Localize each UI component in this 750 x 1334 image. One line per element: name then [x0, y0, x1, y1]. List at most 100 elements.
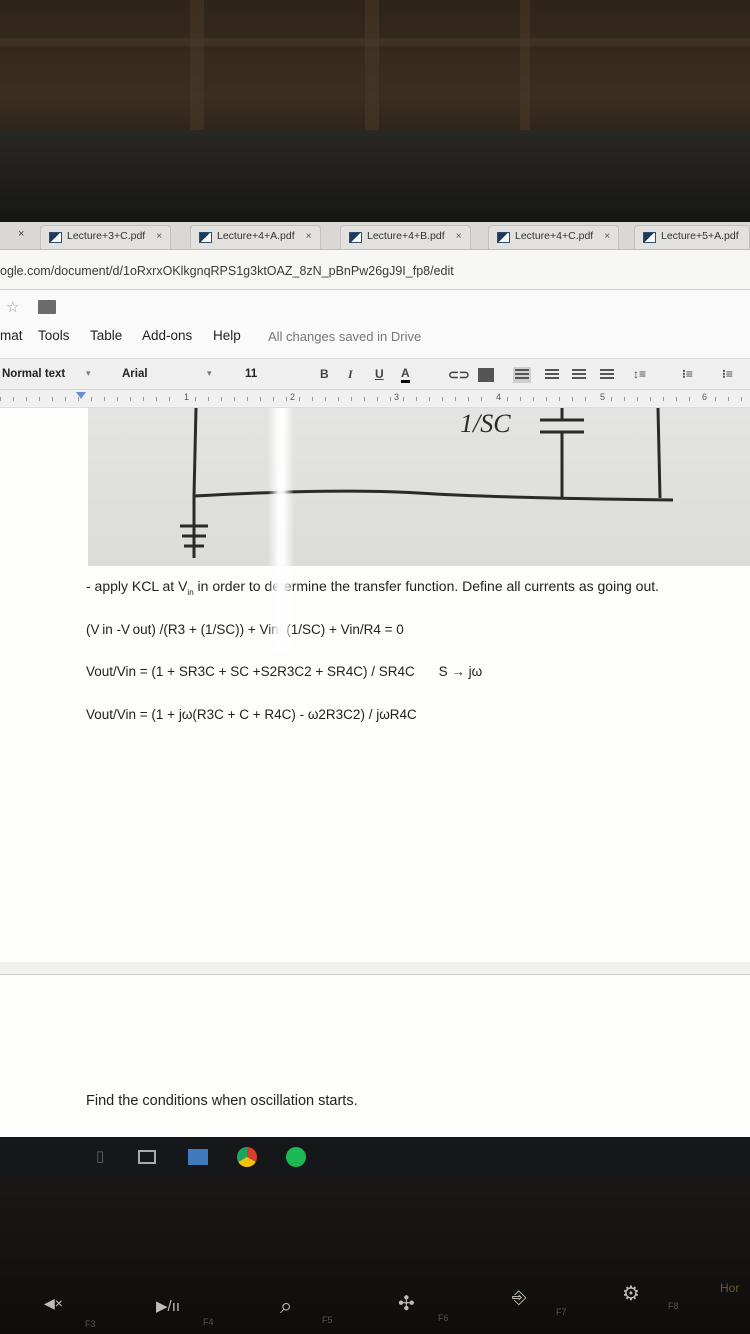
pdf-icon	[643, 232, 656, 243]
chevron-down-icon[interactable]: ▾	[207, 368, 212, 379]
numbered-list-icon[interactable]: ⁝≡	[682, 367, 693, 381]
fkey-label: F3	[85, 1319, 96, 1329]
tab-label: Lecture+4+B.pdf	[367, 230, 445, 242]
shelf-board	[0, 38, 750, 46]
menu-tools[interactable]: Tools	[38, 328, 70, 343]
screen-glare	[268, 408, 294, 653]
fkey-label: F5	[322, 1315, 333, 1325]
document-page-2[interactable]: Find the conditions when oscillation sta…	[0, 974, 750, 1137]
keyboard-function-row: ◀× F3 ▶/ıı F4 ⌕ F5 ✣ F6 ⎆ F7 ⚙ F8 Hor	[0, 1177, 750, 1334]
indent-marker[interactable]	[76, 392, 86, 399]
menu-format[interactable]: mat	[0, 328, 23, 343]
kcl-instruction[interactable]: - apply KCL at Vin in order to determine…	[86, 578, 659, 597]
equation-transfer-s[interactable]: Vout/Vin = (1 + SR3C + SC +S2R3C2 + SR4C…	[86, 664, 482, 679]
comment-icon[interactable]	[478, 368, 494, 382]
oscillation-question[interactable]: Find the conditions when oscillation sta…	[86, 1093, 358, 1109]
chevron-down-icon[interactable]: ▾	[86, 368, 91, 379]
align-center-icon[interactable]	[545, 369, 559, 381]
fkey-label: F8	[668, 1301, 679, 1311]
ruler-number: 4	[494, 392, 504, 402]
tab-label: Lecture+3+C.pdf	[67, 230, 146, 242]
circuit-sketch-image[interactable]: 1/SC	[88, 407, 750, 566]
ruler-number: 6	[700, 392, 710, 402]
ruler-number: 1	[182, 392, 192, 402]
star-icon[interactable]: ☆	[6, 298, 19, 316]
monitor-bezel	[0, 130, 750, 230]
align-right-icon[interactable]	[572, 369, 586, 381]
close-icon[interactable]: ×	[18, 228, 24, 240]
capacitor-label: 1/SC	[460, 409, 511, 438]
mute-icon: ◀×	[44, 1295, 63, 1311]
font-size-select[interactable]: 11	[245, 368, 257, 380]
font-select[interactable]: Arial	[122, 368, 148, 380]
shelf-post	[520, 0, 530, 140]
pdf-icon	[497, 232, 510, 243]
tab-lecture-4a[interactable]: Lecture+4+A.pdf ×	[190, 225, 321, 249]
menu-table[interactable]: Table	[90, 328, 122, 343]
tab-lecture-4c[interactable]: Lecture+4+C.pdf ×	[488, 225, 620, 249]
document-canvas: 1/SC - apply KCL at Vin in order to dete…	[0, 407, 750, 1137]
equation-kcl[interactable]: (V in -V out) /(R3 + (1/SC)) + Vin/ (1/S…	[86, 622, 404, 637]
align-left-icon[interactable]	[513, 367, 531, 383]
kcl-prefix: - apply KCL at V	[86, 578, 188, 594]
search-icon: ⌕	[280, 1293, 293, 1318]
ruler-number: 5	[598, 392, 608, 402]
style-select[interactable]: Normal text	[2, 368, 65, 380]
fkey-label: F4	[203, 1317, 214, 1327]
chrome-icon[interactable]	[237, 1147, 257, 1167]
tab-label: Lecture+4+C.pdf	[515, 230, 594, 242]
equation-transfer-jw[interactable]: Vout/Vin = (1 + jω(R3C + C + R4C) - ω2R3…	[86, 707, 417, 722]
ruler-ticks	[0, 397, 750, 401]
windows-taskbar: ▯	[0, 1137, 750, 1177]
task-view-icon[interactable]	[138, 1150, 156, 1164]
document-page[interactable]: 1/SC - apply KCL at Vin in order to dete…	[0, 407, 750, 962]
substitution-note: S → jω	[438, 664, 483, 679]
text-color-button[interactable]: A	[401, 367, 410, 383]
gear-icon: ⚙	[622, 1283, 640, 1305]
bulleted-list-icon[interactable]: ⁝≡	[722, 367, 733, 381]
shelf-post	[365, 0, 379, 140]
formatting-toolbar: Normal text ▾ Arial ▾ 11 B I U A ⊂⊃ ↕≡ ⁝…	[0, 358, 750, 390]
bold-button[interactable]: B	[320, 367, 329, 381]
tab-label: Lecture+5+A.pdf	[661, 230, 739, 242]
screen: × Lecture+3+C.pdf × Lecture+4+A.pdf × Le…	[0, 222, 750, 1137]
fkey-label: F7	[556, 1307, 567, 1317]
close-icon[interactable]: ×	[456, 230, 462, 242]
folder-icon[interactable]	[38, 300, 56, 314]
menu-help[interactable]: Help	[213, 328, 241, 343]
spotify-icon[interactable]	[286, 1147, 306, 1167]
docs-header: ☆ mat Tools Table Add-ons Help All chang…	[0, 290, 750, 358]
kcl-suffix: in order to determine the transfer funct…	[193, 578, 660, 594]
line-spacing-icon[interactable]: ↕≡	[633, 367, 646, 381]
equation-transfer-s-text: Vout/Vin = (1 + SR3C + SC +S2R3C2 + SR4C…	[86, 664, 415, 679]
save-status[interactable]: All changes saved in Drive	[268, 329, 421, 344]
microphone-icon[interactable]: ▯	[96, 1147, 116, 1167]
tab-lecture-5a[interactable]: Lecture+5+A.pdf	[634, 225, 750, 249]
underline-button[interactable]: U	[375, 367, 384, 381]
file-explorer-icon[interactable]	[188, 1149, 208, 1165]
play-pause-icon: ▶/ıı	[156, 1298, 181, 1315]
pdf-icon	[49, 232, 62, 243]
italic-button[interactable]: I	[348, 367, 353, 382]
address-bar[interactable]: ogle.com/document/d/1oRxrxOKlkgnqRPS1g3k…	[0, 250, 750, 290]
circuit-drawing: 1/SC	[180, 407, 674, 558]
tab-lecture-3c[interactable]: Lecture+3+C.pdf ×	[40, 225, 172, 249]
browser-tab-strip: × Lecture+3+C.pdf × Lecture+4+A.pdf × Le…	[0, 222, 750, 250]
tab-lecture-4b[interactable]: Lecture+4+B.pdf ×	[340, 225, 471, 249]
ruler: 1 2 3 4 5 6	[0, 390, 750, 408]
close-icon[interactable]: ×	[604, 230, 610, 242]
close-icon[interactable]: ×	[156, 230, 162, 242]
menu-addons[interactable]: Add-ons	[142, 328, 192, 343]
align-justify-icon[interactable]	[600, 369, 614, 381]
close-icon[interactable]: ×	[306, 230, 312, 242]
share-icon: ✣	[398, 1293, 415, 1315]
shelf-post	[190, 0, 204, 140]
link-icon[interactable]: ⊂⊃	[448, 367, 470, 383]
pdf-icon	[199, 232, 212, 243]
tab-label: Lecture+4+A.pdf	[217, 230, 295, 242]
fkey-label: F6	[438, 1313, 449, 1323]
ruler-number: 2	[288, 392, 298, 402]
devices-icon: ⎆	[512, 1287, 527, 1307]
url-text[interactable]: ogle.com/document/d/1oRxrxOKlkgnqRPS1g3k…	[0, 264, 454, 278]
ruler-number: 3	[392, 392, 402, 402]
